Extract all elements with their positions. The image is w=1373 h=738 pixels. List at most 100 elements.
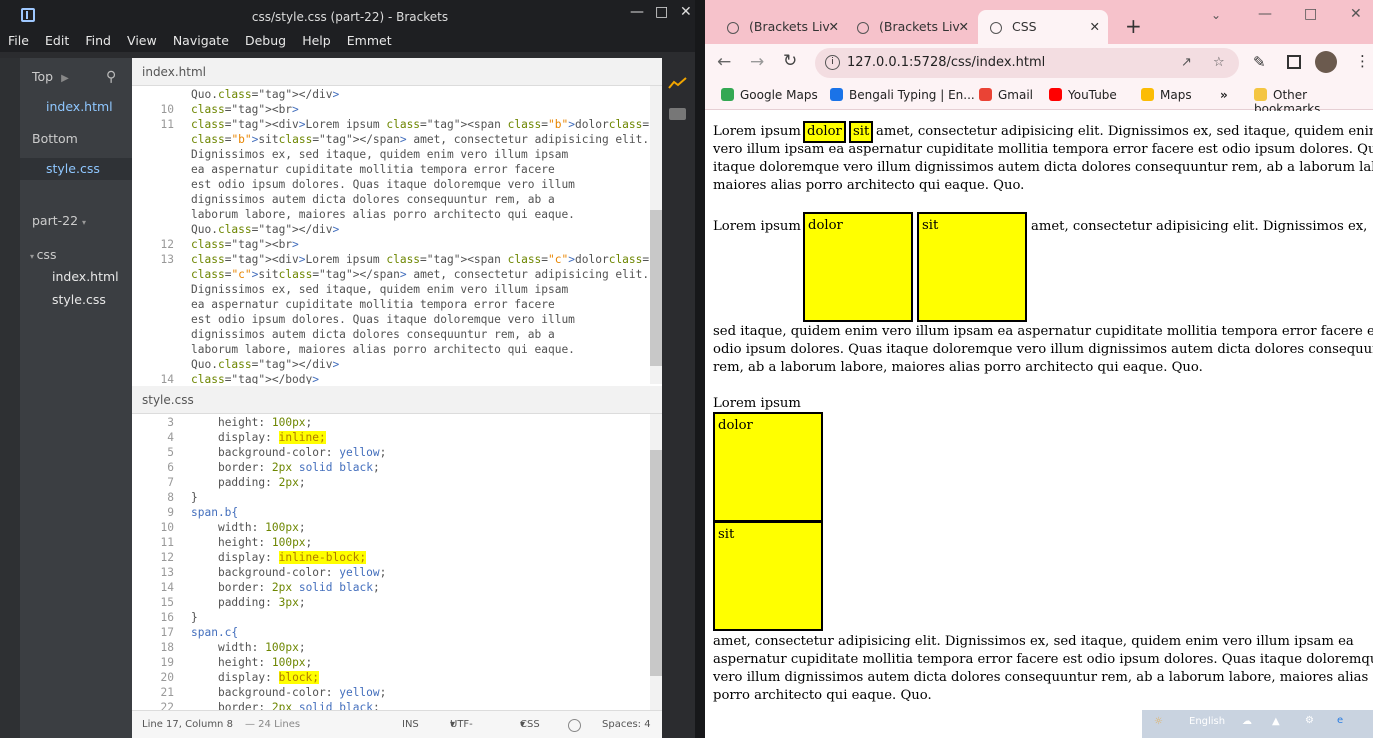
maximize-icon[interactable]: □ [655, 4, 668, 20]
gear-icon[interactable]: ⚙ [1305, 715, 1314, 726]
code-line[interactable]: dignissimos autem dicta dolores consequu… [191, 328, 555, 341]
folder-css[interactable]: ▾ css [20, 244, 132, 266]
tree-file-index[interactable]: index.html [20, 266, 132, 288]
code-line[interactable]: Dignissimos ex, sed itaque, quidem enim … [191, 148, 568, 161]
code-line[interactable]: background-color: yellow; [191, 446, 386, 459]
tray-app-icon[interactable]: ☼ [1154, 716, 1163, 727]
minimize-icon[interactable]: — [630, 4, 644, 20]
ins-mode[interactable]: INS [402, 711, 419, 738]
side-panel-icon[interactable] [1287, 55, 1301, 69]
maximize-icon[interactable]: □ [1304, 6, 1317, 22]
bookmark-star-icon[interactable]: ☆ [1213, 48, 1225, 78]
avatar[interactable] [1315, 51, 1337, 73]
code-line[interactable]: width: 100px; [191, 641, 306, 654]
top-pane-scrollbar[interactable] [650, 86, 662, 384]
address-bar[interactable]: i 127.0.0.1:5728/css/index.html ↗ ☆ [815, 48, 1239, 78]
tab-brackets-live-2[interactable]: (Brackets Liv ✕ [847, 10, 973, 44]
menu-emmet[interactable]: Emmet [347, 32, 392, 50]
code-line[interactable]: display: inline; [191, 431, 326, 444]
menu-kebab-icon[interactable]: ⋮ [1355, 52, 1370, 70]
spaces-setting[interactable]: Spaces: 4 [602, 711, 651, 738]
code-line[interactable]: class="tag"><div>Lorem ipsum class="tag"… [191, 253, 650, 266]
code-line[interactable]: span.b{ [191, 506, 238, 519]
back-icon[interactable]: ← [717, 52, 731, 72]
tab-search-icon[interactable]: ⌄ [1211, 8, 1221, 22]
bookmark-bengali-typing[interactable]: Bengali Typing | En... [830, 88, 975, 102]
code-line[interactable]: class="tag"><br> [191, 238, 299, 251]
extensions-icon[interactable]: ✎ [1253, 53, 1266, 71]
wifi-icon[interactable]: ☁ [1242, 716, 1252, 727]
code-line[interactable]: class="c">sitclass="tag"></span> amet, c… [191, 268, 649, 281]
code-line[interactable]: display: inline-block; [191, 551, 367, 564]
close-icon[interactable]: ✕ [680, 4, 692, 20]
menu-help[interactable]: Help [302, 32, 331, 50]
code-line[interactable]: height: 100px; [191, 656, 312, 669]
menu-debug[interactable]: Debug [245, 32, 286, 50]
code-line[interactable]: ea aspernatur cupiditate mollitia tempor… [191, 163, 555, 176]
bookmarks-overflow-icon[interactable]: » [1220, 88, 1228, 102]
tree-file-style[interactable]: style.css [20, 289, 132, 311]
code-line[interactable]: est odio ipsum dolores. Quas itaque dolo… [191, 178, 575, 191]
bookmark-gmail[interactable]: Gmail [979, 88, 1033, 102]
close-icon[interactable]: ✕ [1350, 6, 1362, 22]
code-line[interactable]: class="b">sitclass="tag"></span> amet, c… [191, 133, 649, 146]
extension-manager-icon[interactable] [669, 108, 686, 120]
code-line[interactable]: height: 100px; [191, 416, 312, 429]
bottom-pane-code[interactable]: 3 height: 100px; 4 display: inline; 5 back… [132, 412, 650, 710]
code-line[interactable]: background-color: yellow; [191, 686, 386, 699]
code-line[interactable]: class="tag"></body> [191, 373, 319, 384]
menu-edit[interactable]: Edit [45, 32, 69, 50]
minimize-icon[interactable]: — [1258, 6, 1272, 22]
working-file-style[interactable]: style.css [20, 158, 132, 180]
code-line[interactable]: background-color: yellow; [191, 566, 386, 579]
code-line[interactable]: height: 100px; [191, 536, 312, 549]
bookmark-google-maps[interactable]: Google Maps [721, 88, 818, 102]
url-text[interactable]: 127.0.0.1:5728/css/index.html [847, 48, 1045, 78]
code-line[interactable]: laborum labore, maiores alias porro arch… [191, 208, 575, 221]
tab-css[interactable]: CSS ✕ [978, 10, 1108, 44]
share-icon[interactable]: ↗ [1181, 48, 1192, 78]
top-pane-header[interactable]: index.html [132, 58, 662, 86]
edge-icon[interactable]: e [1337, 715, 1343, 726]
code-line[interactable]: padding: 3px; [191, 596, 306, 609]
code-line[interactable]: span.c{ [191, 626, 238, 639]
search-icon[interactable]: ⚲ [106, 66, 116, 88]
tab-close-icon[interactable]: ✕ [959, 10, 969, 44]
code-line[interactable]: class="tag"><br> [191, 103, 299, 116]
bottom-pane-scrollbar[interactable] [650, 414, 662, 710]
code-line[interactable]: } [191, 491, 198, 504]
code-line[interactable]: border: 2px solid black; [191, 581, 380, 594]
code-line[interactable]: Dignissimos ex, sed itaque, quidem enim … [191, 283, 568, 296]
reload-icon[interactable]: ↻ [783, 51, 797, 71]
linter-status-icon[interactable] [568, 719, 581, 732]
forward-icon[interactable]: → [750, 52, 764, 72]
code-line[interactable]: padding: 2px; [191, 476, 306, 489]
code-line[interactable]: border: 2px solid black; [191, 701, 380, 710]
code-line[interactable]: Quo.class="tag"></div> [191, 358, 339, 371]
code-line[interactable]: Quo.class="tag"></div> [191, 88, 339, 101]
menu-find[interactable]: Find [85, 32, 111, 50]
new-tab-button[interactable]: + [1125, 14, 1142, 38]
top-pane-code[interactable]: Quo.class="tag"></div> 10 class="tag"><br>… [132, 84, 650, 384]
project-dropdown[interactable]: part-22 ▾ [20, 210, 132, 232]
site-info-icon[interactable]: i [825, 55, 840, 70]
bottom-pane-header[interactable]: style.css [132, 386, 662, 414]
play-triangle-icon[interactable]: ▶ [61, 73, 69, 84]
working-file-index[interactable]: index.html [20, 96, 132, 118]
language-indicator[interactable]: English [1189, 716, 1225, 727]
code-line[interactable]: est odio ipsum dolores. Quas itaque dolo… [191, 313, 575, 326]
menu-navigate[interactable]: Navigate [173, 32, 229, 50]
code-line[interactable]: } [191, 611, 198, 624]
tab-brackets-live-1[interactable]: (Brackets Liv ✕ [717, 10, 843, 44]
code-line[interactable]: width: 100px; [191, 521, 306, 534]
code-line[interactable]: class="tag"><div>Lorem ipsum class="tag"… [191, 118, 650, 131]
tab-close-icon[interactable]: ✕ [1090, 10, 1100, 44]
bookmark-youtube[interactable]: YouTube [1049, 88, 1117, 102]
bookmark-maps[interactable]: Maps [1141, 88, 1192, 102]
bottom-pane-scroll-thumb[interactable] [650, 450, 662, 676]
code-line[interactable]: ea aspernatur cupiditate mollitia tempor… [191, 298, 555, 311]
top-pane-scroll-thumb[interactable] [650, 210, 662, 366]
code-line[interactable]: display: block; [191, 671, 320, 684]
live-preview-icon[interactable] [668, 76, 688, 90]
code-line[interactable]: border: 2px solid black; [191, 461, 380, 474]
